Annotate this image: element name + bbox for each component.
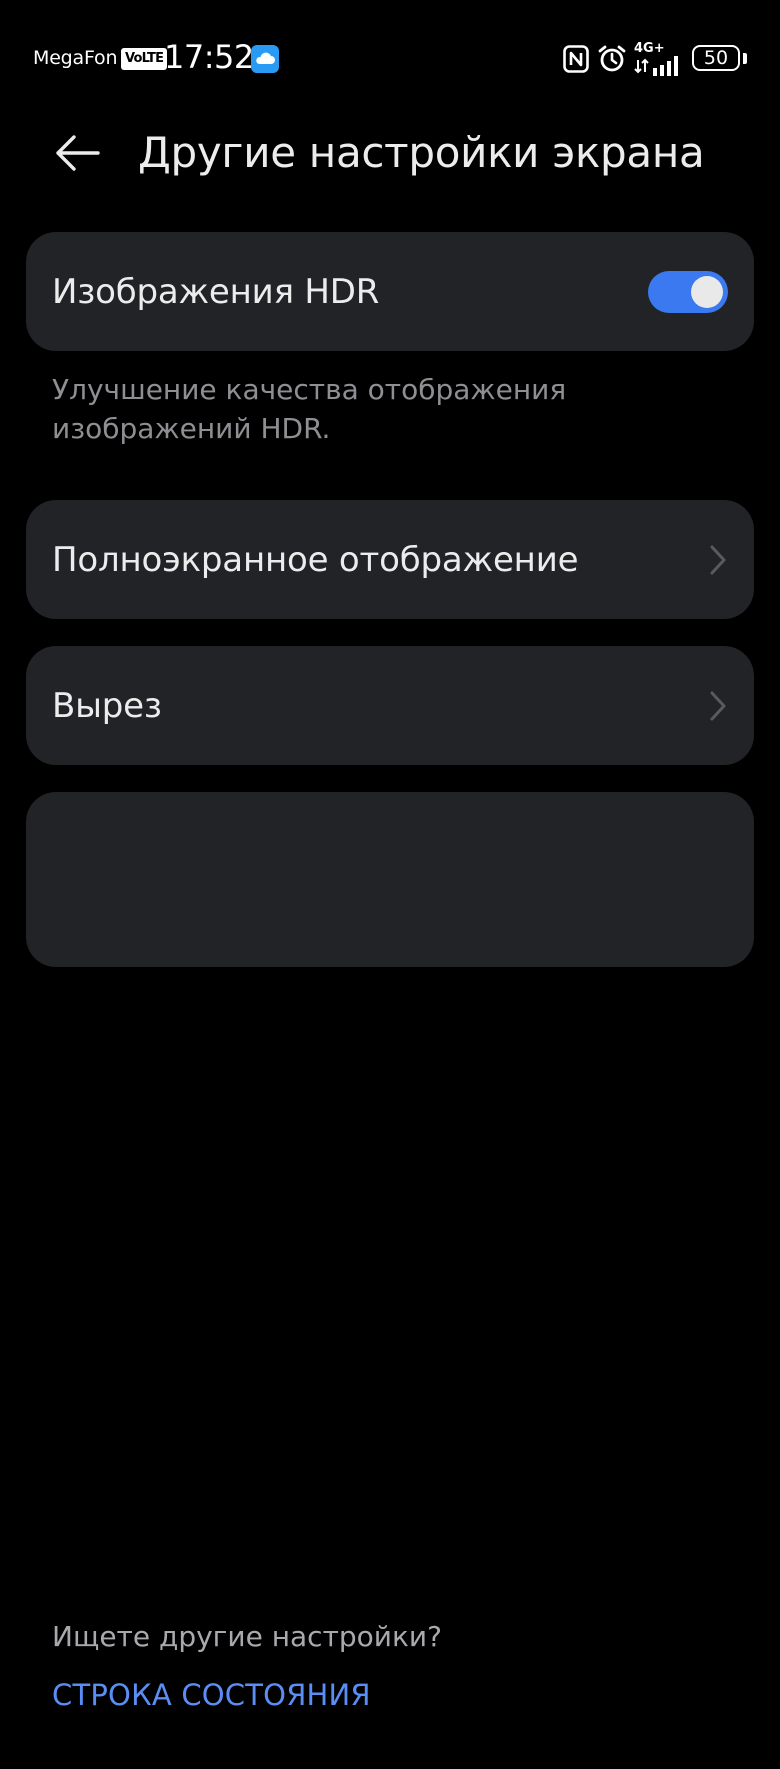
fullscreen-display-item[interactable]: Полноэкранное отображение [26, 500, 754, 619]
notch-label: Вырез [52, 685, 162, 726]
arrow-left-icon [56, 135, 100, 171]
signal-icon: 4G+ [634, 42, 684, 76]
chevron-right-icon [710, 545, 726, 574]
page-title: Другие настройки экрана [138, 128, 705, 177]
status-bar-link[interactable]: СТРОКА СОСТОЯНИЯ [52, 1678, 371, 1712]
cloud-icon [251, 45, 279, 73]
toggle-knob [691, 275, 723, 308]
status-time: 17:52 [164, 38, 254, 76]
hdr-toggle[interactable] [648, 270, 728, 313]
carrier-name: MegaFon [33, 47, 118, 69]
hdr-description: Улучшение качества отображения изображен… [52, 373, 567, 445]
network-type-badge: 4G+ [634, 41, 665, 56]
back-button[interactable] [42, 118, 112, 188]
chevron-right-icon [710, 691, 726, 720]
alarm-icon [598, 45, 626, 72]
battery-cap [743, 53, 747, 64]
nfc-icon [563, 45, 589, 73]
hdr-card[interactable]: Изображения HDR [26, 232, 754, 351]
battery-level: 50 [703, 47, 729, 69]
volte-badge: VoLTE [121, 48, 168, 70]
battery-icon: 50 [692, 45, 740, 71]
suggestion-card: Ищете другие настройки? СТРОКА СОСТОЯНИЯ [26, 792, 754, 1712]
notch-item[interactable]: Вырез [26, 646, 754, 765]
suggestion-prompt: Ищете другие настройки? [52, 1620, 442, 1653]
status-bar: MegaFon VoLTE 17:52 4G+ 50 [0, 0, 780, 118]
hdr-label: Изображения HDR [52, 271, 380, 312]
fullscreen-display-label: Полноэкранное отображение [52, 539, 579, 580]
